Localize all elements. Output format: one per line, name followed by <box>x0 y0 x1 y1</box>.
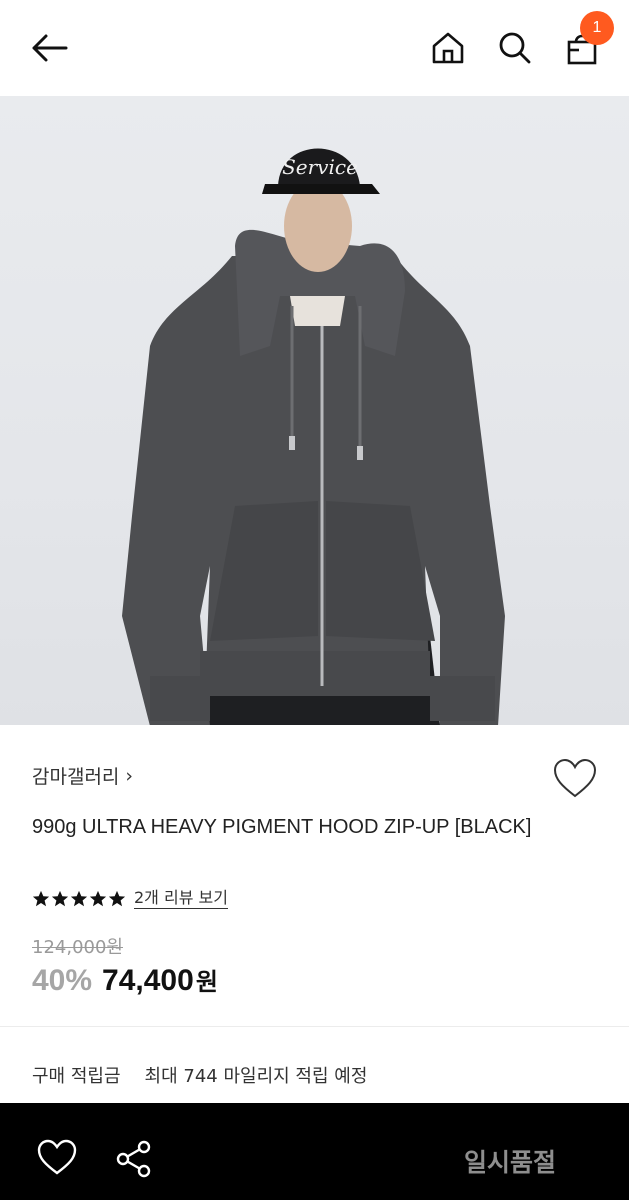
rating-row: 2개 리뷰 보기 <box>32 888 228 909</box>
heart-icon <box>553 758 597 798</box>
share-icon <box>116 1140 151 1178</box>
cap-logo-text: Service <box>282 155 358 179</box>
cart-count-badge: 1 <box>580 11 614 45</box>
points-label: 구매 적립금 <box>32 1066 121 1087</box>
original-price: 124,000원 <box>32 937 123 958</box>
back-button[interactable] <box>26 24 74 72</box>
price-row: 40% 74,400 원 <box>32 962 218 998</box>
star-rating <box>32 890 126 908</box>
search-button[interactable] <box>491 24 539 72</box>
arrow-left-icon <box>32 34 68 62</box>
heart-icon <box>37 1139 77 1175</box>
home-button[interactable] <box>424 24 472 72</box>
discount-rate: 40% <box>32 964 93 997</box>
product-title: 990g ULTRA HEAVY PIGMENT HOOD ZIP-UP [BL… <box>32 816 532 838</box>
chevron-right-icon: › <box>125 764 134 787</box>
star-icon <box>70 890 88 906</box>
top-header: 1 <box>0 0 629 96</box>
sold-out-status: 일시품절 <box>464 1148 557 1177</box>
product-image[interactable]: Service <box>0 96 629 725</box>
brand-link[interactable]: 감마갤러리 › <box>32 762 133 789</box>
wish-button[interactable] <box>36 1139 78 1177</box>
star-icon <box>51 890 69 906</box>
search-icon <box>499 32 531 64</box>
star-icon <box>89 890 107 906</box>
home-icon <box>432 32 464 64</box>
points-value: 최대 744 마일리지 적립 예정 <box>144 1066 368 1087</box>
points-row: 구매 적립금 최대 744 마일리지 적립 예정 <box>32 1062 367 1088</box>
product-photo: Service <box>122 148 505 725</box>
sale-price: 74,400 <box>102 964 194 997</box>
star-icon <box>32 890 50 906</box>
star-icon <box>108 890 126 906</box>
wishlist-button[interactable] <box>552 758 598 800</box>
review-link[interactable]: 2개 리뷰 보기 <box>134 888 228 909</box>
bottom-action-bar: 일시품절 <box>0 1103 629 1200</box>
divider <box>0 1026 629 1027</box>
brand-name: 감마갤러리 <box>32 766 120 788</box>
currency-unit: 원 <box>195 969 218 996</box>
share-button[interactable] <box>114 1139 154 1179</box>
